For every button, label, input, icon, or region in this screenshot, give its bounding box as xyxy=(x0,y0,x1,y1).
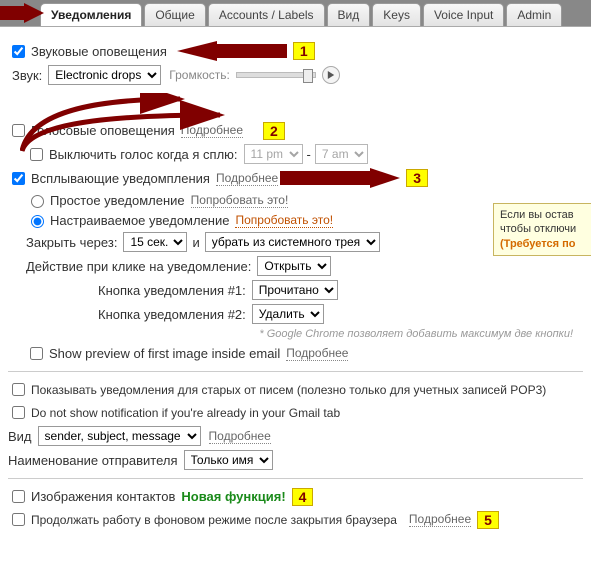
voice-enable-label: Голосовые оповещения xyxy=(31,123,175,138)
tab-notifications[interactable]: Уведомления xyxy=(40,3,142,26)
play-icon xyxy=(327,71,335,79)
volume-label: Громкость: xyxy=(169,68,230,82)
no-notif-tab-label: Do not show notification if you're alrea… xyxy=(31,406,340,420)
simple-try-link[interactable]: Попробовать это! xyxy=(191,193,289,208)
contact-images-label: Изображения контактов xyxy=(31,489,175,504)
voice-enable-checkbox[interactable] xyxy=(12,124,25,137)
tab-admin[interactable]: Admin xyxy=(506,3,562,26)
popup-enable-label: Всплывающие уведомпления xyxy=(31,171,210,186)
tab-voice[interactable]: Voice Input xyxy=(423,3,504,26)
simple-radio[interactable] xyxy=(31,195,44,208)
badge-5: 5 xyxy=(477,511,499,529)
mute-sleep-checkbox[interactable] xyxy=(30,148,43,161)
tab-bar: Уведомления Общие Accounts / Labels Вид … xyxy=(0,0,591,27)
mute-sleep-label: Выключить голос когда я сплю: xyxy=(49,147,238,162)
view-select[interactable]: sender, subject, message xyxy=(38,426,201,446)
sound-select[interactable]: Electronic drops xyxy=(48,65,161,85)
old-mail-label: Показывать уведомления для старых от пис… xyxy=(31,383,546,397)
tab-view[interactable]: Вид xyxy=(327,3,371,26)
new-feature-label: Новая функция! xyxy=(181,489,285,504)
badge-2: 2 xyxy=(263,122,285,140)
mute-from-select[interactable]: 11 pm xyxy=(244,144,303,164)
mute-to-select[interactable]: 7 am xyxy=(315,144,368,164)
show-preview-label: Show preview of first image inside email xyxy=(49,346,280,361)
tray-action-select[interactable]: убрать из системного трея xyxy=(205,232,380,252)
simple-label: Простое уведомление xyxy=(50,193,185,208)
tab-accounts[interactable]: Accounts / Labels xyxy=(208,3,325,26)
badge-1: 1 xyxy=(293,42,315,60)
close-after-label: Закрыть через: xyxy=(26,235,117,250)
play-button[interactable] xyxy=(322,66,340,84)
no-notif-tab-checkbox[interactable] xyxy=(12,406,25,419)
and-label: и xyxy=(192,235,199,250)
volume-slider[interactable] xyxy=(236,72,316,78)
old-mail-checkbox[interactable] xyxy=(12,383,25,396)
popup-more-link[interactable]: Подробнее xyxy=(216,171,278,186)
voice-more-link[interactable]: Подробнее xyxy=(181,123,243,138)
show-preview-checkbox[interactable] xyxy=(30,347,43,360)
sound-select-label: Звук: xyxy=(12,68,42,83)
click-action-select[interactable]: Открыть xyxy=(257,256,331,276)
background-checkbox[interactable] xyxy=(12,513,25,526)
content-area: Звуковые оповещения 1 Звук: Electronic d… xyxy=(0,27,591,543)
view-more-link[interactable]: Подробнее xyxy=(209,429,271,444)
tab-keys[interactable]: Keys xyxy=(372,3,421,26)
divider-2 xyxy=(8,478,583,479)
badge-3: 3 xyxy=(406,169,428,187)
show-preview-more[interactable]: Подробнее xyxy=(286,346,348,361)
background-more-link[interactable]: Подробнее xyxy=(409,512,471,527)
custom-radio[interactable] xyxy=(31,215,44,228)
btn1-label: Кнопка уведомления #1: xyxy=(98,283,246,298)
btn2-select[interactable]: Удалить xyxy=(252,304,324,324)
popup-enable-checkbox[interactable] xyxy=(12,172,25,185)
click-action-label: Действие при клике на уведомление: xyxy=(26,259,251,274)
arrow-to-tab xyxy=(0,3,44,23)
divider-1 xyxy=(8,371,583,372)
btn1-select[interactable]: Прочитано xyxy=(252,280,338,300)
sender-name-label: Наименование отправителя xyxy=(8,453,178,468)
tab-general[interactable]: Общие xyxy=(144,3,205,26)
background-label: Продолжать работу в фоновом режиме после… xyxy=(31,513,397,527)
custom-try-link[interactable]: Попробовать это! xyxy=(235,213,333,228)
sound-enable-label: Звуковые оповещения xyxy=(31,44,167,59)
custom-label: Настраиваемое уведомление xyxy=(50,213,229,228)
btn2-label: Кнопка уведомления #2: xyxy=(98,307,246,322)
arrow-1 xyxy=(177,41,287,61)
chrome-note: * Google Chrome позволяет добавить макси… xyxy=(259,328,573,340)
close-after-select[interactable]: 15 сек. xyxy=(123,232,187,252)
sound-enable-checkbox[interactable] xyxy=(12,45,25,58)
view-label: Вид xyxy=(8,429,32,444)
contact-images-checkbox[interactable] xyxy=(12,490,25,503)
tooltip-box: Если вы остав чтобы отключи (Требуется п… xyxy=(493,203,591,256)
badge-4: 4 xyxy=(292,488,314,506)
sender-name-select[interactable]: Только имя xyxy=(184,450,273,470)
arrow-3 xyxy=(280,168,400,188)
